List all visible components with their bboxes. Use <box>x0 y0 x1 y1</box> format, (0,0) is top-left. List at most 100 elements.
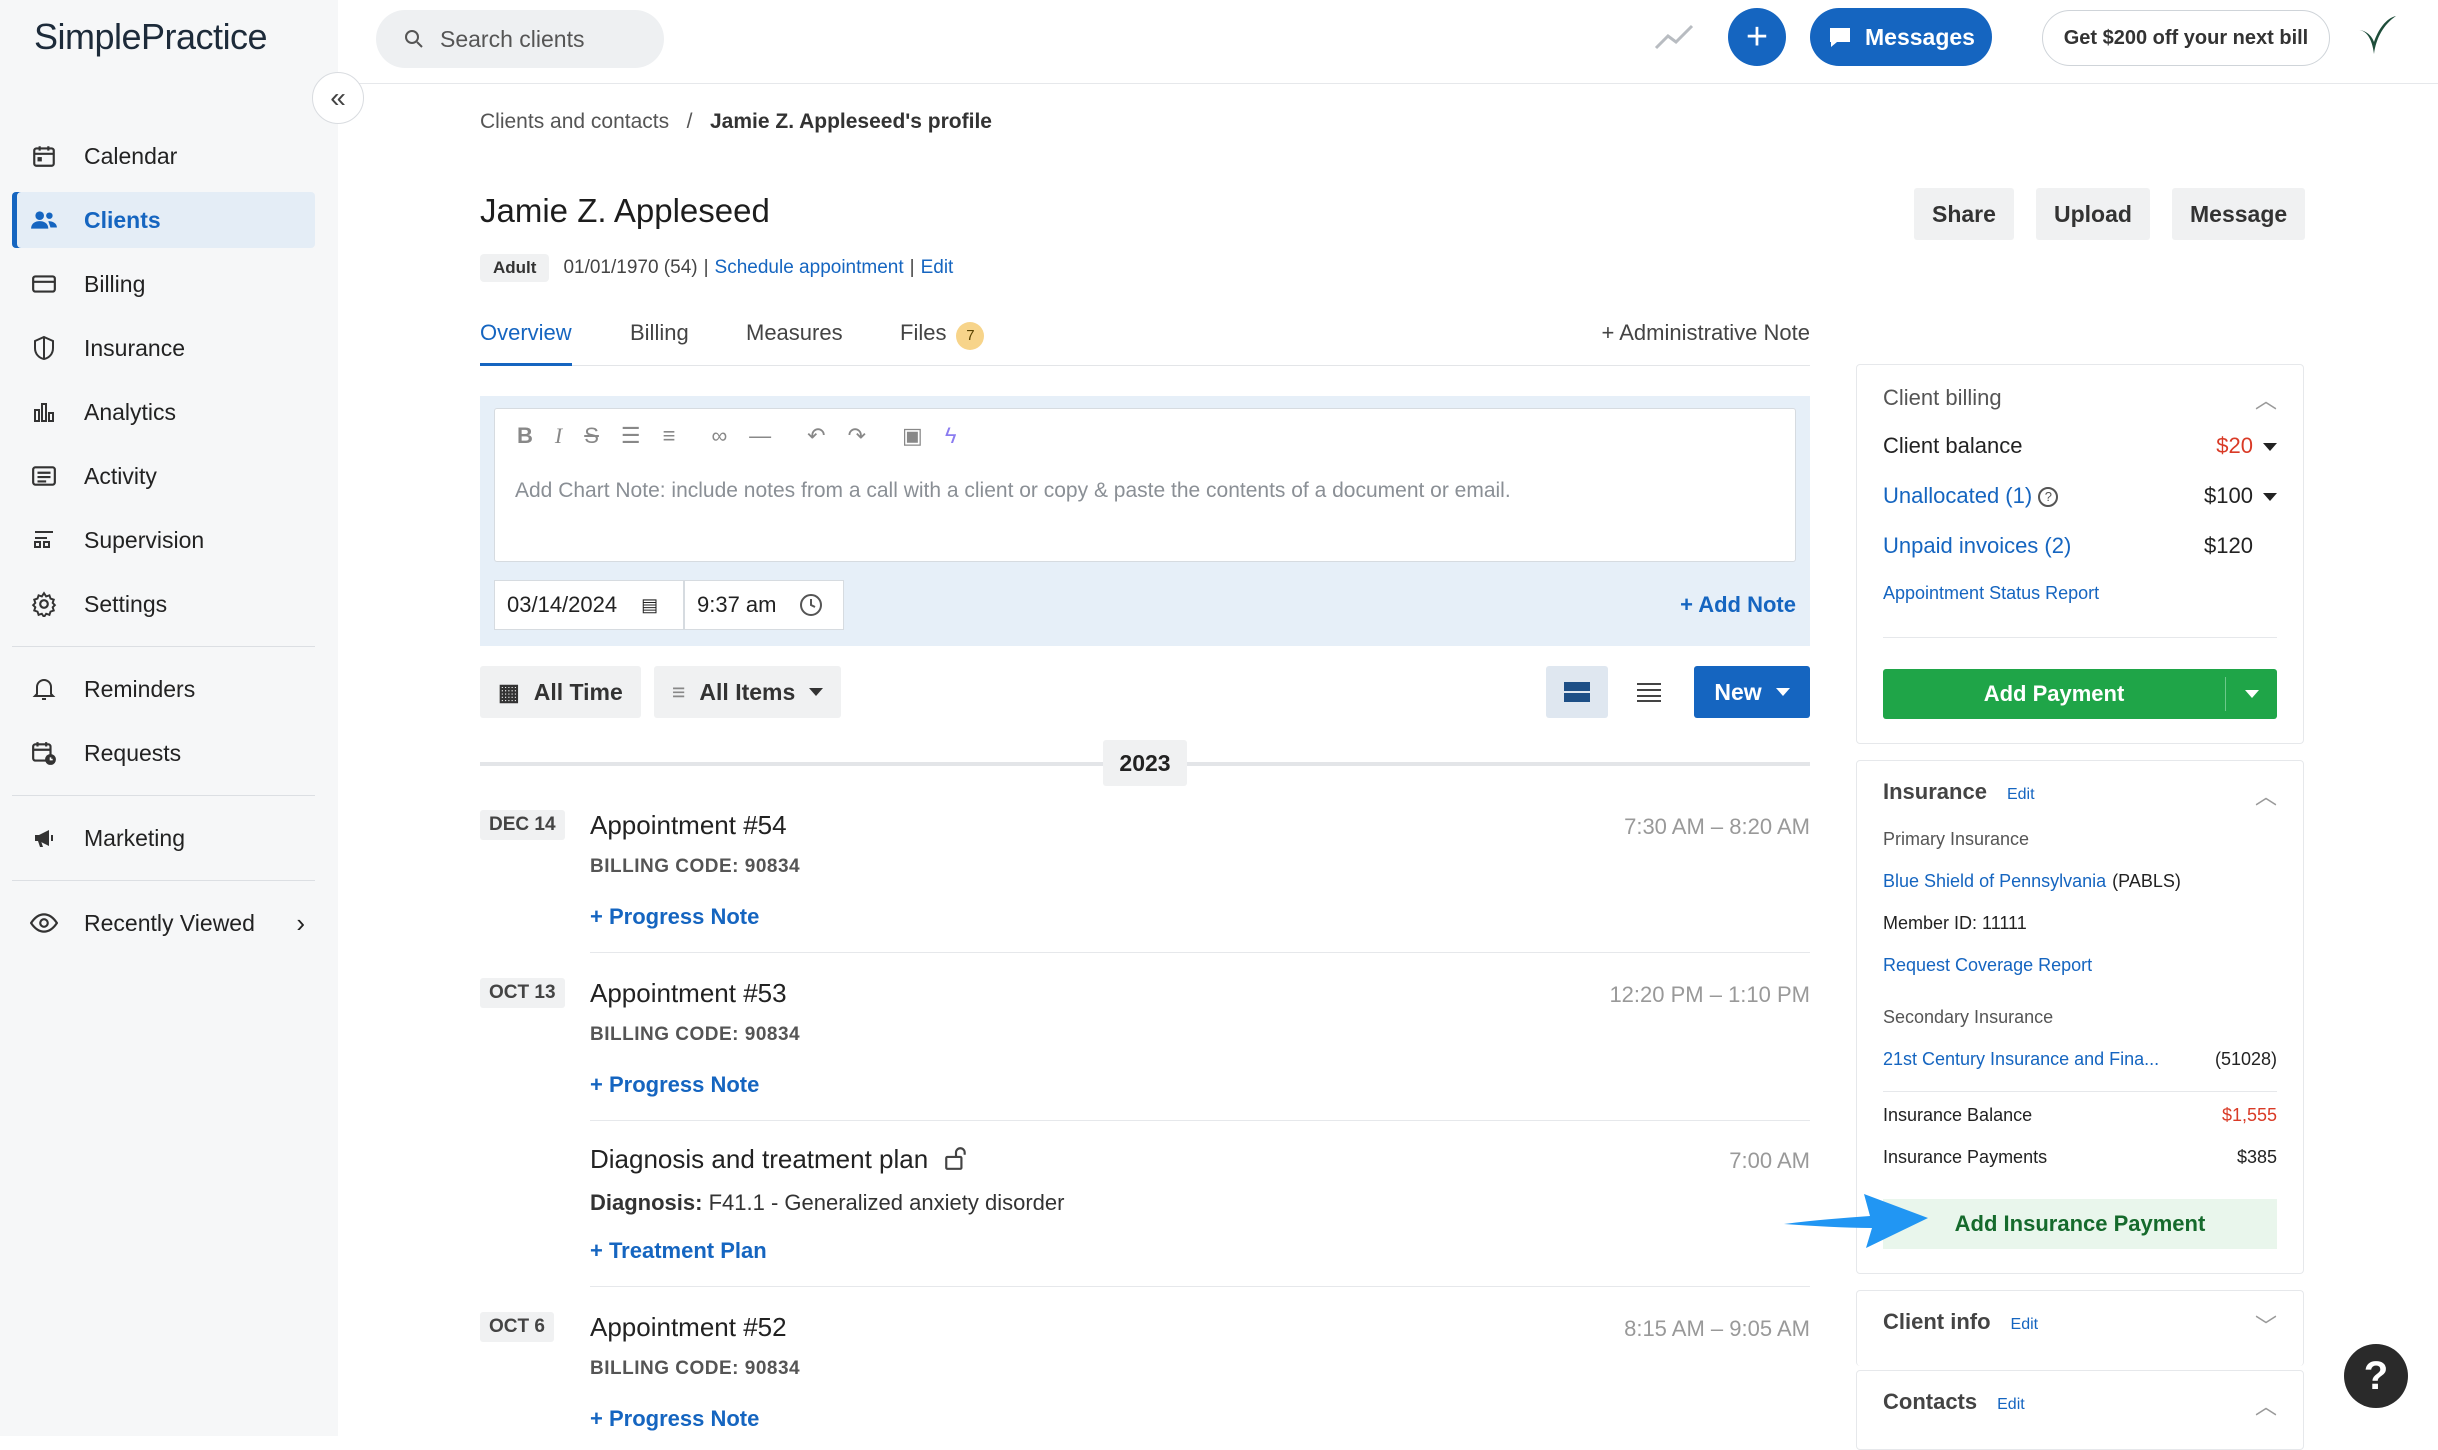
progress-note-link[interactable]: + Progress Note <box>590 904 759 930</box>
client-dob: 01/01/1970 (54) <box>563 257 698 278</box>
sidebar-item-billing[interactable]: Billing <box>12 256 315 312</box>
unpaid-invoices-value: $120 <box>2204 533 2253 558</box>
entry-title[interactable]: Appointment #54 <box>590 810 787 841</box>
note-time-input[interactable]: 9:37 am <box>684 580 844 630</box>
sidebar-item-marketing[interactable]: Marketing <box>12 810 315 866</box>
card-title: Client billing <box>1883 385 2002 410</box>
sidebar-item-label: Recently Viewed <box>84 909 255 936</box>
sidebar-item-analytics[interactable]: Analytics <box>12 384 315 440</box>
client-balance-value: $20 <box>2216 433 2253 458</box>
search-input[interactable]: Search clients <box>376 10 664 68</box>
messages-button[interactable]: Messages <box>1810 8 1992 66</box>
quick-add-button[interactable]: + <box>1728 8 1786 66</box>
bullet-list-icon[interactable]: ☰ <box>621 423 641 449</box>
chevron-up-icon[interactable]: ︿ <box>2255 1389 2277 1421</box>
top-bar: Search clients + Messages Get $200 off y… <box>338 0 2438 84</box>
tab-measures[interactable]: Measures <box>746 320 843 366</box>
breadcrumb-parent[interactable]: Clients and contacts <box>480 110 669 133</box>
undo-icon[interactable]: ↶ <box>807 423 825 449</box>
logo[interactable]: SimplePractice <box>34 16 268 58</box>
new-item-button[interactable]: New <box>1694 666 1810 718</box>
entry-separator <box>590 1286 1810 1287</box>
time-filter-button[interactable]: ▦ All Time <box>480 666 641 718</box>
sidebar-item-calendar[interactable]: Calendar <box>12 128 315 184</box>
entry-date: DEC 14 <box>480 810 565 840</box>
sidebar-item-insurance[interactable]: Insurance <box>12 320 315 376</box>
tab-overview[interactable]: Overview <box>480 320 572 366</box>
sidebar-item-clients[interactable]: Clients <box>12 192 315 248</box>
tab-billing[interactable]: Billing <box>630 320 689 366</box>
horizontal-rule-icon[interactable]: — <box>749 423 771 449</box>
share-button[interactable]: Share <box>1914 188 2014 240</box>
request-coverage-report-link[interactable]: Request Coverage Report <box>1883 955 2092 976</box>
calendar-clock-icon <box>30 739 58 767</box>
upload-button[interactable]: Upload <box>2036 188 2150 240</box>
promo-button[interactable]: Get $200 off your next bill <box>2042 10 2330 66</box>
client-balance-dropdown[interactable]: $20 <box>2216 433 2277 459</box>
secondary-insurance-link[interactable]: 21st Century Insurance and Fina... <box>1883 1049 2159 1070</box>
unallocated-link[interactable]: Unallocated (1) ? <box>1883 483 2059 509</box>
nav-divider <box>12 795 315 796</box>
card-view-toggle[interactable] <box>1546 666 1608 718</box>
chevron-right-icon: › <box>296 907 305 938</box>
caret-down-icon <box>2244 690 2259 698</box>
sidebar-item-recently-viewed[interactable]: Recently Viewed › <box>12 895 315 951</box>
add-insurance-payment-button[interactable]: Add Insurance Payment <box>1883 1199 2277 1249</box>
chevron-up-icon[interactable]: ︿ <box>2255 383 2277 415</box>
diagnosis-label: Diagnosis: <box>590 1190 703 1215</box>
entry-title[interactable]: Appointment #53 <box>590 978 787 1009</box>
eye-icon <box>30 909 58 937</box>
edit-insurance-link[interactable]: Edit <box>2007 786 2035 803</box>
entry-title[interactable]: Appointment #52 <box>590 1312 787 1343</box>
trend-icon[interactable] <box>1654 22 1694 52</box>
list-view-toggle[interactable] <box>1618 666 1680 718</box>
member-id: Member ID: 11111 <box>1883 913 2277 934</box>
appointment-status-report-link[interactable]: Appointment Status Report <box>1883 583 2099 604</box>
unlock-icon[interactable] <box>943 1145 969 1171</box>
treatment-plan-link[interactable]: + Treatment Plan <box>590 1238 767 1264</box>
strikethrough-icon[interactable]: S <box>584 423 599 449</box>
add-note-button[interactable]: + Add Note <box>1680 592 1796 618</box>
primary-insurance-link[interactable]: Blue Shield of Pennsylvania <box>1883 871 2106 892</box>
collapse-sidebar-button[interactable]: « <box>312 72 364 124</box>
chart-note-editor[interactable]: B I S ☰ ≡ ∞ — ↶ ↷ ▣ ϟ Add Chart Note: in… <box>494 408 1796 562</box>
add-payment-dropdown[interactable] <box>2225 677 2277 711</box>
bold-icon[interactable]: B <box>517 423 533 449</box>
note-date-input[interactable]: 03/14/2024 ▤ <box>494 580 684 630</box>
items-filter-button[interactable]: ≡ All Items <box>654 666 842 718</box>
italic-icon[interactable]: I <box>555 423 562 449</box>
edit-client-link[interactable]: Edit <box>921 257 954 279</box>
schedule-appointment-link[interactable]: Schedule appointment <box>715 257 904 279</box>
redo-icon[interactable]: ↷ <box>848 423 866 449</box>
sidebar-item-requests[interactable]: Requests <box>12 725 315 781</box>
unallocated-row: Unallocated (1) ? $100 <box>1883 483 2277 509</box>
entry-title[interactable]: Diagnosis and treatment plan <box>590 1144 969 1175</box>
sidebar-item-reminders[interactable]: Reminders <box>12 661 315 717</box>
edit-client-info-link[interactable]: Edit <box>2011 1316 2039 1333</box>
unallocated-dropdown[interactable]: $100 <box>2204 483 2277 509</box>
entry-date: OCT 6 <box>480 1312 554 1342</box>
chevron-up-icon[interactable]: ︿ <box>2255 779 2277 811</box>
sidebar-item-settings[interactable]: Settings <box>12 576 315 632</box>
chevron-down-icon[interactable]: ﹀ <box>2255 1309 2277 1341</box>
template-icon[interactable]: ▣ <box>902 423 923 449</box>
sidebar-item-supervision[interactable]: Supervision <box>12 512 315 568</box>
progress-note-link[interactable]: + Progress Note <box>590 1406 759 1432</box>
unpaid-invoices-link[interactable]: Unpaid invoices (2) <box>1883 533 2071 559</box>
link-icon[interactable]: ∞ <box>711 423 727 449</box>
profile-leaf-icon[interactable] <box>2350 10 2402 62</box>
tab-files[interactable]: Files 7 <box>900 320 985 366</box>
add-payment-button[interactable]: Add Payment <box>1883 669 2277 719</box>
message-button[interactable]: Message <box>2172 188 2306 240</box>
billing-code: BILLING CODE: 90834 <box>590 1024 801 1045</box>
unpaid-invoices-row: Unpaid invoices (2) $120 <box>1883 533 2277 559</box>
nav-divider <box>12 646 315 647</box>
edit-contacts-link[interactable]: Edit <box>1997 1396 2025 1413</box>
contacts-card: Contacts Edit ︿ <box>1856 1370 2304 1450</box>
administrative-note-button[interactable]: + Administrative Note <box>1602 320 1810 346</box>
ai-icon[interactable]: ϟ <box>945 423 957 449</box>
numbered-list-icon[interactable]: ≡ <box>663 423 676 449</box>
sidebar-item-activity[interactable]: Activity <box>12 448 315 504</box>
progress-note-link[interactable]: + Progress Note <box>590 1072 759 1098</box>
help-button[interactable]: ? <box>2344 1344 2408 1408</box>
